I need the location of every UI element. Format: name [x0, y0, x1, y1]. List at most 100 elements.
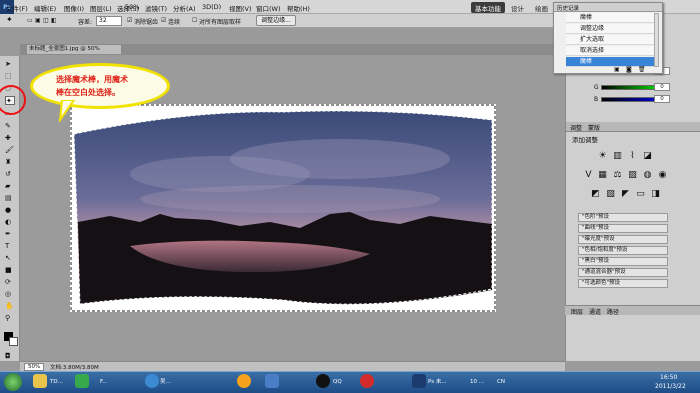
move-tool-icon[interactable]: ➤ — [5, 60, 15, 69]
menu-edit[interactable]: 编辑(E) — [34, 3, 56, 13]
type-tool-icon[interactable]: T — [5, 242, 15, 251]
new-snapshot-icon[interactable]: ◙ — [626, 66, 632, 73]
gradient-map-icon[interactable]: ▭ — [635, 189, 646, 200]
3d-rotate-icon[interactable]: ⟳ — [5, 278, 15, 287]
color-balance-icon[interactable]: ⚖ — [612, 170, 623, 181]
qq-icon[interactable] — [75, 374, 89, 388]
tolerance-input[interactable]: 32 — [96, 16, 122, 26]
dodge-tool-icon[interactable]: ◐ — [5, 218, 15, 227]
language-indicator[interactable]: CN — [497, 375, 505, 390]
preset-black-white[interactable]: "黑白"预设 — [578, 257, 668, 266]
taskbar-item[interactable]: Ps 未... — [428, 375, 447, 390]
folder-icon[interactable] — [33, 374, 47, 388]
workspace-painting-button[interactable]: 绘画 — [531, 2, 552, 13]
menu-layer[interactable]: 图层(L) — [90, 3, 112, 13]
smiley-icon[interactable] — [237, 374, 251, 388]
history-item[interactable]: 调整边缘 — [566, 24, 654, 34]
all-layers-checkbox[interactable]: ☐ — [192, 17, 197, 24]
panorama-image[interactable] — [70, 104, 496, 312]
selective-color-icon[interactable]: ◨ — [650, 189, 661, 200]
taskbar-item[interactable]: F... — [100, 375, 108, 390]
tab-paths[interactable]: 路径 — [607, 307, 619, 316]
app-icon[interactable] — [360, 374, 374, 388]
eyedropper-tool-icon[interactable]: ✎ — [5, 122, 15, 131]
start-button[interactable] — [4, 373, 22, 391]
preset-hue-saturation[interactable]: "色相/饱和度"预设 — [578, 246, 668, 255]
tab-channels[interactable]: 通道 — [589, 307, 601, 316]
threshold-icon[interactable]: ◤ — [620, 189, 631, 200]
zoom-level-menu[interactable]: 50% — [125, 3, 139, 11]
marquee-tool-icon[interactable]: ⬚ — [5, 72, 15, 81]
menu-file[interactable]: 文件(F) — [6, 3, 28, 13]
black-white-icon[interactable]: ▨ — [627, 170, 638, 181]
pen-tool-icon[interactable]: ✒ — [5, 230, 15, 239]
levels-icon[interactable]: ▥ — [612, 151, 623, 162]
brush-tool-icon[interactable]: 🖌 — [5, 146, 15, 155]
blur-tool-icon[interactable]: ● — [5, 206, 15, 215]
trash-icon[interactable]: 🗑 — [638, 66, 646, 73]
posterize-icon[interactable]: ▧ — [605, 189, 616, 200]
history-item[interactable]: 扩大选取 — [566, 35, 654, 45]
path-select-icon[interactable]: ↖ — [5, 254, 15, 263]
preset-curves[interactable]: "曲线"预设 — [578, 224, 668, 233]
vibrance-icon[interactable]: V — [583, 170, 594, 181]
menu-image[interactable]: 图像(I) — [64, 3, 84, 13]
color-b-value[interactable]: 0 — [654, 95, 670, 103]
history-item[interactable]: 魔棒 — [566, 13, 654, 23]
channel-mixer-icon[interactable]: ◉ — [657, 170, 668, 181]
tab-masks[interactable]: 蒙版 — [588, 123, 600, 132]
brightness-icon[interactable]: ☀ — [597, 151, 608, 162]
computer-icon[interactable] — [265, 374, 279, 388]
new-document-icon[interactable]: ▣ — [614, 66, 620, 73]
color-g-value[interactable]: 0 — [654, 83, 670, 91]
workspace-design-button[interactable]: 设计 — [507, 2, 528, 13]
stamp-tool-icon[interactable]: ♜ — [5, 158, 15, 167]
hand-tool-icon[interactable]: ✋ — [5, 302, 15, 311]
photoshop-taskbar-icon[interactable] — [412, 374, 426, 388]
contiguous-checkbox[interactable]: ☑ — [161, 17, 166, 24]
taskbar-item[interactable]: TD... — [50, 375, 63, 390]
preset-levels[interactable]: "色阶"预设 — [578, 213, 668, 222]
gradient-tool-icon[interactable]: ▤ — [5, 194, 15, 203]
history-brush-icon[interactable]: ↺ — [5, 170, 15, 179]
document-tab[interactable]: 未标题_全景图1.jpg @ 50%(RGB/8) × — [26, 44, 122, 61]
healing-tool-icon[interactable]: ✚ — [5, 134, 15, 143]
refine-edge-button[interactable]: 调整边缘... — [256, 15, 296, 26]
ie-icon[interactable] — [145, 374, 159, 388]
preset-exposure[interactable]: "曝光度"预设 — [578, 235, 668, 244]
menu-filter[interactable]: 滤镜(T) — [145, 3, 167, 13]
menu-3d[interactable]: 3D(D) — [202, 3, 221, 11]
new-selection-icon[interactable]: ▭ — [27, 17, 33, 24]
photo-filter-icon[interactable]: ◍ — [642, 170, 653, 181]
menu-analysis[interactable]: 分析(A) — [173, 3, 196, 13]
invert-icon[interactable]: ◩ — [590, 189, 601, 200]
preset-channel-mixer[interactable]: "通道混合器"预设 — [578, 268, 668, 277]
eraser-tool-icon[interactable]: ▰ — [5, 182, 15, 191]
menu-view[interactable]: 视图(V) — [229, 3, 252, 13]
taskbar-item[interactable]: 10 ... — [470, 375, 484, 390]
penguin-icon[interactable] — [316, 374, 330, 388]
preset-selective-color[interactable]: "可选颜色"预设 — [578, 279, 668, 288]
magic-wand-tool-icon[interactable]: ✦ — [6, 15, 13, 24]
antialias-checkbox[interactable]: ☑ — [127, 17, 132, 24]
curves-icon[interactable]: ⌇ — [627, 151, 638, 162]
subtract-selection-icon[interactable]: ◫ — [43, 17, 49, 24]
quick-mask-icon[interactable]: ◘ — [5, 352, 15, 361]
taskbar-item[interactable]: 吴... — [160, 375, 171, 390]
shape-tool-icon[interactable]: ■ — [5, 266, 15, 275]
zoom-field[interactable]: 50% — [24, 363, 45, 371]
zoom-tool-icon[interactable]: ⚲ — [5, 314, 15, 323]
menu-window[interactable]: 窗口(W) — [256, 3, 281, 13]
history-scrollbar[interactable] — [654, 13, 659, 67]
menu-help[interactable]: 帮助(H) — [287, 3, 310, 13]
workspace-basic-button[interactable]: 基本功能 — [471, 2, 505, 13]
history-item[interactable]: 取消选择 — [566, 46, 654, 56]
hue-saturation-icon[interactable]: ▦ — [597, 170, 608, 181]
3d-camera-icon[interactable]: ◎ — [5, 290, 15, 299]
tab-adjustments[interactable]: 调整 — [570, 123, 582, 132]
background-color-swatch[interactable] — [9, 337, 18, 346]
add-selection-icon[interactable]: ▣ — [35, 17, 41, 24]
intersect-selection-icon[interactable]: ◧ — [51, 17, 57, 24]
tab-layers[interactable]: 图层 — [571, 307, 583, 316]
exposure-icon[interactable]: ◪ — [642, 151, 653, 162]
